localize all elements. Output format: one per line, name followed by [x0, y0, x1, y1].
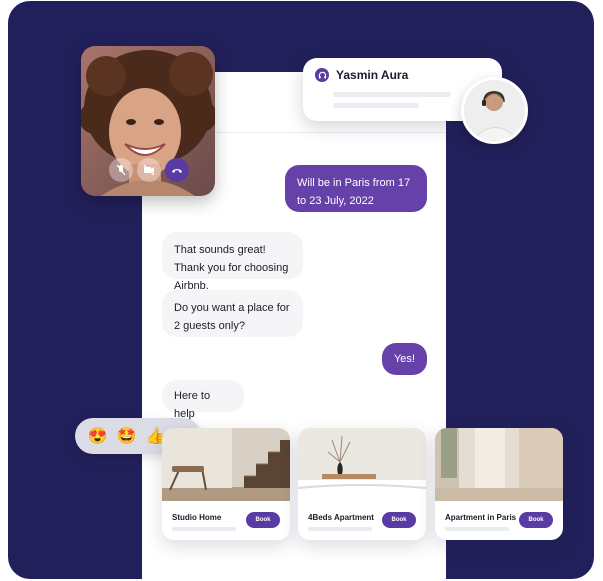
- listing-card-apartment-in-paris[interactable]: Apartment in Paris Book: [435, 428, 563, 540]
- book-button[interactable]: Book: [519, 512, 553, 528]
- message-incoming: Here to help: [162, 380, 244, 420]
- listing-title: 4Beds Apartment: [308, 513, 374, 522]
- mic-off-icon: [116, 164, 126, 176]
- headset-icon: [315, 68, 329, 82]
- agent-avatar: [461, 77, 528, 144]
- placeholder-line: [333, 92, 451, 97]
- heart-eyes-reaction[interactable]: 😍: [83, 426, 112, 446]
- book-button[interactable]: Book: [246, 512, 280, 528]
- listing-card-studio-home[interactable]: Studio Home Book: [162, 428, 290, 540]
- placeholder-line: [308, 527, 372, 531]
- listing-title: Apartment in Paris: [445, 513, 517, 522]
- message-incoming: That sounds great! Thank you for choosin…: [162, 232, 303, 292]
- listing-title: Studio Home: [172, 513, 222, 522]
- end-call-icon: [172, 169, 182, 173]
- end-call-button[interactable]: [165, 158, 189, 182]
- video-off-icon: [143, 164, 155, 176]
- placeholder-line: [445, 527, 509, 531]
- star-struck-reaction[interactable]: 🤩: [112, 426, 141, 446]
- book-button[interactable]: Book: [382, 512, 416, 528]
- mute-button[interactable]: [109, 158, 133, 182]
- placeholder-line: [333, 103, 419, 108]
- listing-photo: [162, 428, 290, 501]
- listing-photo: [435, 428, 563, 501]
- placeholder-line: [172, 527, 236, 531]
- listing-card-4beds-apartment[interactable]: 4Beds Apartment Book: [298, 428, 426, 540]
- contact-name: Yasmin Aura: [336, 68, 409, 82]
- message-outgoing: Yes!: [382, 343, 427, 375]
- message-incoming: Do you want a place for 2 guests only?: [162, 290, 303, 337]
- message-outgoing: Will be in Paris from 17 to 23 July, 202…: [285, 165, 427, 212]
- camera-toggle-button[interactable]: [137, 158, 161, 182]
- listing-photo: [298, 428, 426, 501]
